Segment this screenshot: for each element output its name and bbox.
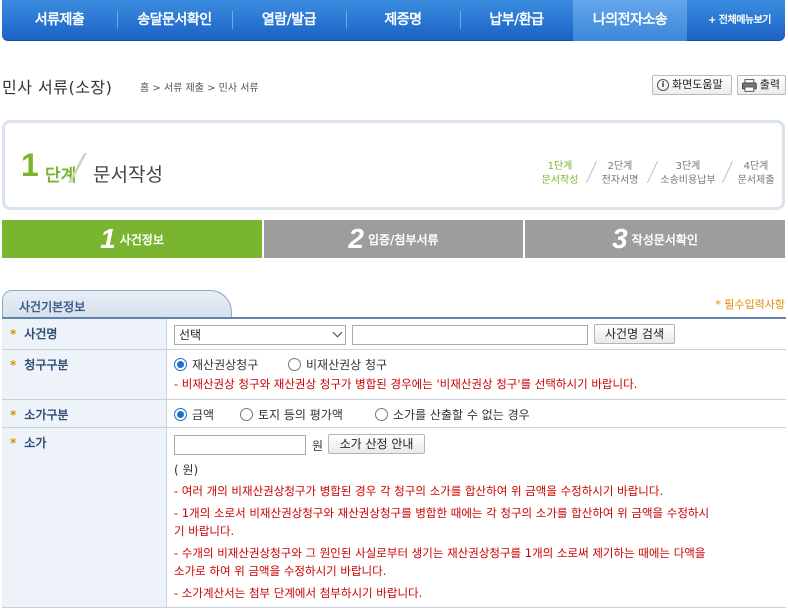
value-label: * 소가 [2,428,167,607]
mini-step-2: 2단계 전자서명 [595,160,645,188]
value-note-3: - 수개의 비재산권상청구와 그 원인된 사실로부터 생기는 재산권상청구를 1… [174,546,706,560]
value-note-3-cont: 소가로 하여 위 금액을 수정하시기 바랍니다. [174,564,387,578]
tab-review-label: 작성문서확인 [631,232,698,247]
row-claim-type: * 청구구분 재산권상청구 비재산권상 청구 - 비재산권상 청구와 재산권상 청… [2,350,786,400]
breadcrumb: 홈 > 서류 제출 > 민사 서류 [140,83,259,94]
current-step-number: 1 [21,147,39,183]
nav-item-document-submit[interactable]: 서류제출 [2,0,117,41]
value-type-incalculable-radio[interactable]: 소가를 산출할 수 없는 경우 [375,406,530,423]
case-name-input[interactable] [352,325,588,345]
nav-item-view-issue[interactable]: 열람/발급 [232,0,346,41]
required-note: * 필수입력사항 [715,298,785,311]
value-unit: 원 [312,439,324,453]
form-tabs: 1 사건정보 2 입증/첨부서류 3 작성문서확인 [2,220,785,258]
mini-step-1-number: 1단계 [547,161,573,172]
print-button[interactable]: 출력 [737,75,786,95]
step-indicator: 1 단계 문서작성 1단계 문서작성 2단계 전자서명 3단계 소송비용납부 4… [2,120,785,210]
mini-step-4-label: 문서제출 [737,175,775,186]
main-nav: 서류제출 송달문서확인 열람/발급 제증명 납부/환급 나의전자소송 + 전체메… [2,0,785,41]
nav-item-my-e-litigation[interactable]: 나의전자소송 [573,0,687,41]
nav-item-certificates[interactable]: 제증명 [346,0,460,41]
claim-type-property-radio[interactable]: 재산권상청구 [174,356,258,373]
claim-type-note: - 비재산권상 청구와 재산권상 청구가 병합된 경우에는 '비재산권상 청구'… [174,377,638,391]
row-case-name: * 사건명 선택 사건명 검색 [2,319,786,350]
chevron-down-icon [332,327,343,338]
all-menu-link[interactable]: + 전체메뉴보기 [708,0,772,41]
current-step-name: 문서작성 [93,164,163,186]
mini-step-3-number: 3단계 [675,161,701,172]
mini-step-3-label: 소송비용납부 [660,175,716,186]
case-name-search-button[interactable]: 사건명 검색 [594,324,675,344]
claim-type-nonproperty-radio[interactable]: 비재산권상 청구 [288,356,387,373]
page-title: 민사 서류(소장) [2,78,113,97]
value-note-2-cont: 기 바랍니다. [174,524,235,538]
value-type-land-radio[interactable]: 토지 등의 평가액 [240,406,343,423]
tab-case-info-number: 1 [100,223,116,254]
claim-type-label: * 청구구분 [2,350,167,399]
case-name-label: * 사건명 [2,319,167,349]
screen-help-button[interactable]: i 화면도움말 [652,75,732,95]
value-amount-input[interactable] [174,435,306,455]
row-value: * 소가 원 소가 산정 안내 ( 원) - 여러 개의 비재산권상청구가 병합된… [2,428,786,608]
value-note-4: - 소가계산서는 첨부 단계에서 첨부하시기 바랍니다. [174,586,423,600]
screen-help-label: 화면도움말 [672,78,723,91]
printer-icon [742,78,757,92]
value-amount-text: ( 원) [174,463,199,477]
tab-attachments-number: 2 [348,223,364,254]
mini-step-1-label: 문서작성 [541,175,579,186]
tab-case-info[interactable]: 1 사건정보 [2,220,262,258]
nav-item-delivery-check[interactable]: 송달문서확인 [117,0,232,41]
mini-step-2-label: 전자서명 [601,175,639,186]
mini-step-2-number: 2단계 [607,161,633,172]
tab-case-info-label: 사건정보 [119,232,164,247]
value-note-1: - 여러 개의 비재산권상청구가 병합된 경우 각 청구의 소가를 합산하여 위… [174,484,664,498]
print-label: 출력 [759,78,780,91]
mini-step-3: 3단계 소송비용납부 [656,160,720,188]
mini-step-4: 4단계 문서제출 [731,160,781,188]
mini-step-4-number: 4단계 [743,161,769,172]
nav-item-payment-refund[interactable]: 납부/환급 [460,0,573,41]
value-type-label: * 소가구분 [2,400,167,427]
row-value-type: * 소가구분 금액 토지 등의 평가액 소가를 산출할 수 없는 경우 [2,400,786,428]
tab-attachments-label: 입증/첨부서류 [367,232,439,247]
tab-attachments[interactable]: 2 입증/첨부서류 [264,220,523,258]
value-guide-button[interactable]: 소가 산정 안내 [328,434,425,454]
value-note-2: - 1개의 소로서 비재산권상청구와 재산권상청구를 병합한 때에는 각 청구의… [174,506,710,520]
section-title: 사건기본정보 [19,300,86,314]
info-icon: i [657,79,669,91]
value-type-amount-radio[interactable]: 금액 [174,406,214,423]
mini-step-1: 1단계 문서작성 [535,160,585,188]
tab-review-number: 3 [612,223,628,254]
section-tab: 사건기본정보 [2,290,232,318]
case-name-select[interactable]: 선택 [174,325,346,345]
tab-review[interactable]: 3 작성문서확인 [525,220,785,258]
